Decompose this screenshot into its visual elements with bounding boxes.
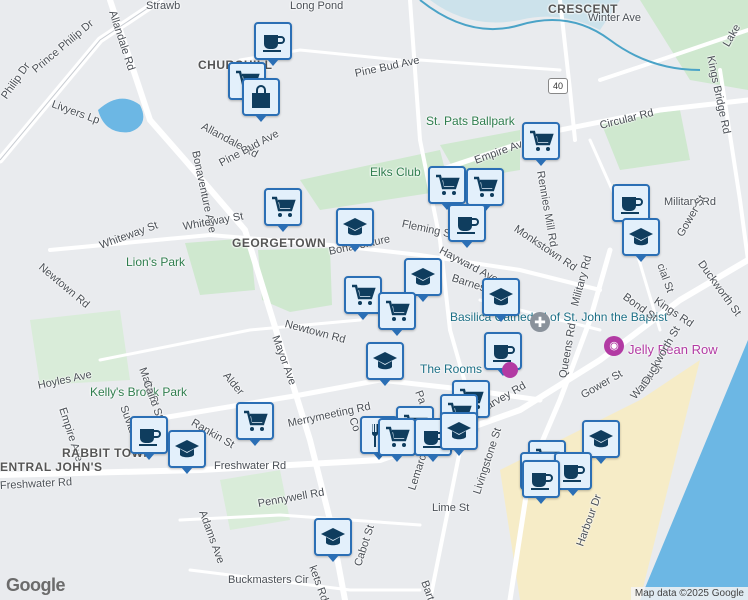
school-icon xyxy=(587,425,615,453)
cart-icon xyxy=(383,297,411,325)
google-logo: Google xyxy=(6,575,66,595)
map-marker-cart[interactable] xyxy=(344,276,382,320)
school-icon xyxy=(409,263,437,291)
map-marker-coffee[interactable] xyxy=(522,460,560,504)
cart-icon xyxy=(241,407,269,435)
school-icon xyxy=(445,417,473,445)
map-marker-shopping-bag[interactable] xyxy=(242,78,280,122)
school-icon xyxy=(371,347,399,375)
map-marker-school[interactable] xyxy=(168,430,206,474)
map-marker-coffee[interactable] xyxy=(612,184,650,228)
map-label: ENTRAL JOHN'S xyxy=(0,460,103,474)
map-marker-school[interactable] xyxy=(404,258,442,302)
pond-water xyxy=(98,98,144,133)
map-label: The Rooms xyxy=(420,362,483,376)
map-marker-school[interactable] xyxy=(440,412,478,456)
cart-icon xyxy=(527,127,555,155)
map-marker-school[interactable] xyxy=(622,218,660,262)
shopping-bag-icon xyxy=(247,83,275,111)
map-label: Elks Club xyxy=(370,165,421,179)
map-marker-cart[interactable] xyxy=(236,402,274,446)
map-marker-cart[interactable] xyxy=(264,188,302,232)
school-icon xyxy=(173,435,201,463)
map-label: Lime St xyxy=(432,502,470,514)
cart-icon xyxy=(471,173,499,201)
map-attribution[interactable]: Map data ©2025 Google xyxy=(630,587,748,600)
map-label: GEORGETOWN xyxy=(232,236,327,250)
school-icon xyxy=(487,283,515,311)
cart-icon xyxy=(433,171,461,199)
map-marker-coffee[interactable] xyxy=(254,22,292,66)
map-label: Lion's Park xyxy=(126,255,185,269)
map-marker-cart[interactable] xyxy=(428,166,466,210)
coffee-icon xyxy=(489,337,517,365)
school-icon xyxy=(319,523,347,551)
cart-icon xyxy=(383,423,411,451)
cross-icon: ✚ xyxy=(530,312,550,332)
map-marker-cart[interactable] xyxy=(378,418,416,462)
school-icon xyxy=(627,223,655,251)
map-label: St. Pats Ballpark xyxy=(426,114,515,128)
coffee-icon xyxy=(617,189,645,217)
coffee-icon xyxy=(135,421,163,449)
coffee-icon xyxy=(453,209,481,237)
map-marker-cart[interactable] xyxy=(378,292,416,336)
coffee-icon xyxy=(527,465,555,493)
map-marker-cart[interactable] xyxy=(466,168,504,212)
map-marker-school[interactable] xyxy=(336,208,374,252)
coffee-icon xyxy=(259,27,287,55)
map-label: Kelly's Brook Park xyxy=(90,385,187,399)
map-marker-cart[interactable] xyxy=(522,122,560,166)
map-label: Freshwater Rd xyxy=(214,460,287,472)
school-icon xyxy=(341,213,369,241)
rooms-icon xyxy=(502,362,518,378)
map-label: Long Pond xyxy=(290,0,344,12)
cart-icon xyxy=(269,193,297,221)
map-marker-school[interactable] xyxy=(314,518,352,562)
map-label: Winter Ave xyxy=(588,12,641,24)
camera-icon: ◉ xyxy=(604,336,624,356)
map-marker-coffee[interactable] xyxy=(448,204,486,248)
cart-icon xyxy=(349,281,377,309)
coffee-icon xyxy=(559,457,587,485)
highway-40-shield: 40 xyxy=(548,78,568,94)
map-canvas[interactable]: 40 CRESCENT Winter Ave Long Pond Strawb Alla… xyxy=(0,0,748,600)
map-marker-school[interactable] xyxy=(366,342,404,386)
map-marker-school[interactable] xyxy=(482,278,520,322)
map-label: Strawb xyxy=(146,0,181,12)
map-label: Buckmasters Cir xyxy=(228,574,309,586)
map-marker-coffee[interactable] xyxy=(130,416,168,460)
